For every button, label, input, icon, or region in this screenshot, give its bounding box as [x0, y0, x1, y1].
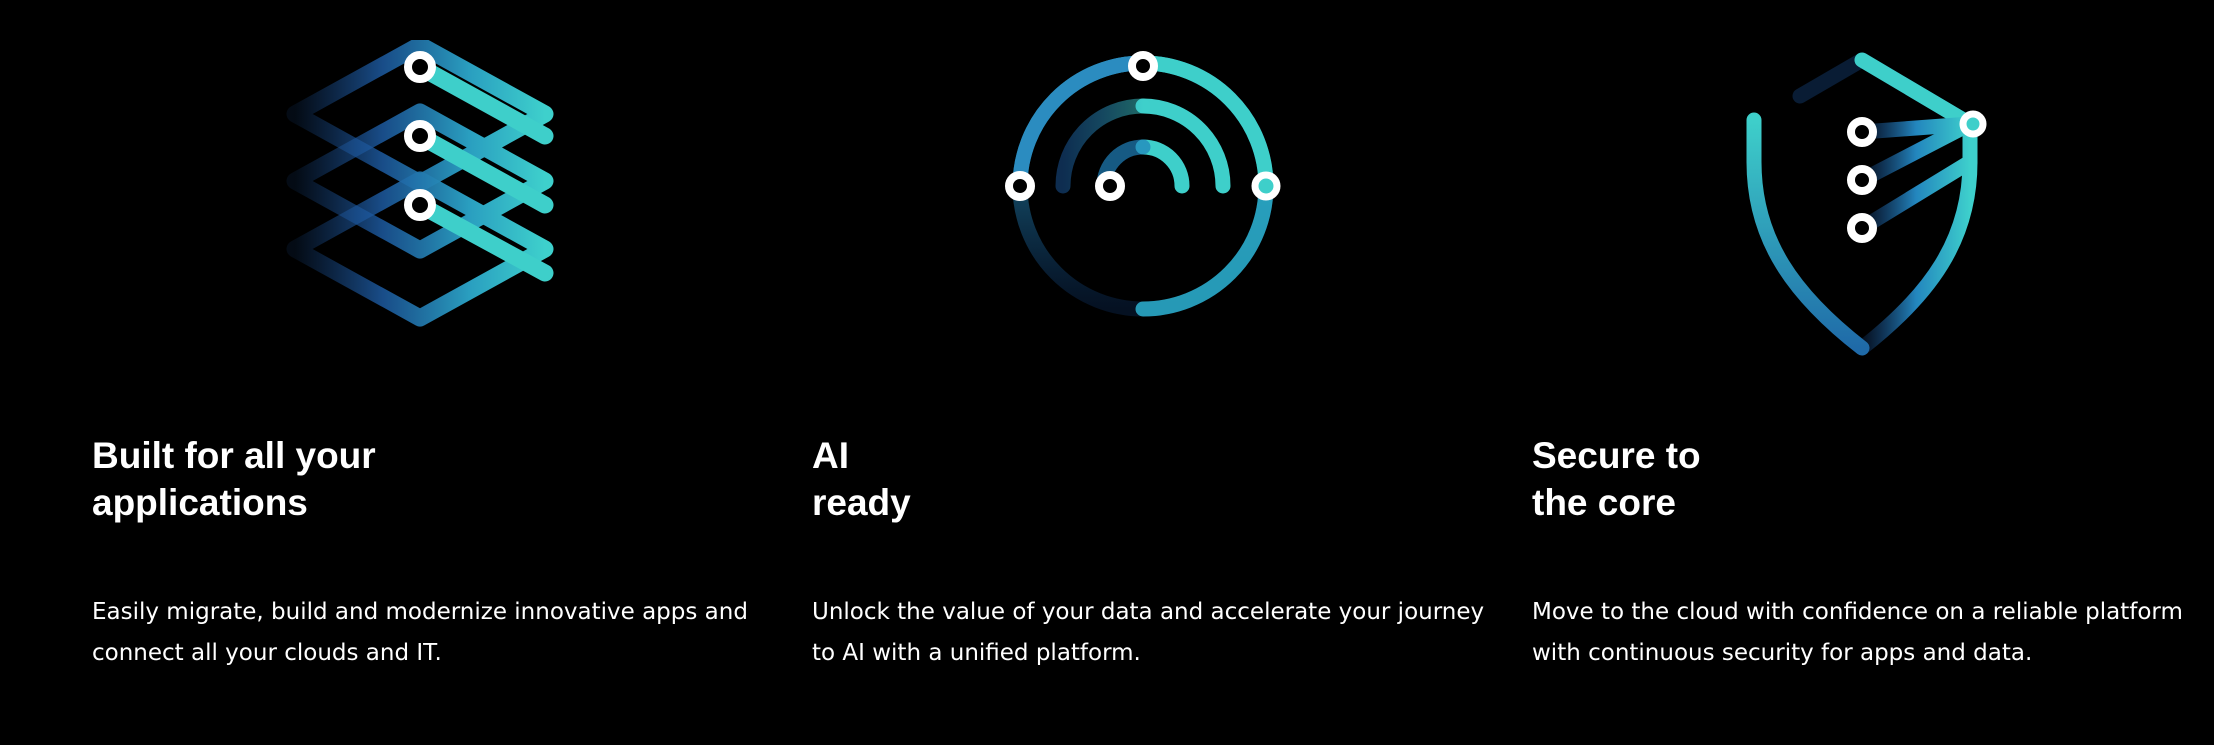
feature-ai-ready: AI ready Unlock the value of your data a…	[720, 0, 1484, 745]
feature-description: Unlock the value of your data and accele…	[812, 599, 1485, 666]
feature-description: Easily migrate, build and modernize inno…	[92, 599, 748, 666]
feature-title: AI ready	[812, 435, 911, 523]
feature-secure-to-the-core: Secure to the core Move to the cloud wit…	[1440, 0, 2183, 745]
feature-description: Move to the cloud with confidence on a r…	[1532, 599, 2183, 666]
feature-title: Secure to the core	[1532, 435, 1701, 523]
feature-built-for-all-apps: Built for all your applications Easily m…	[0, 0, 748, 745]
feature-title: Built for all your applications	[92, 435, 376, 523]
stacked-layers-icon	[260, 36, 580, 370]
concentric-arcs-icon	[983, 40, 1303, 370]
shield-icon	[1700, 40, 2020, 370]
